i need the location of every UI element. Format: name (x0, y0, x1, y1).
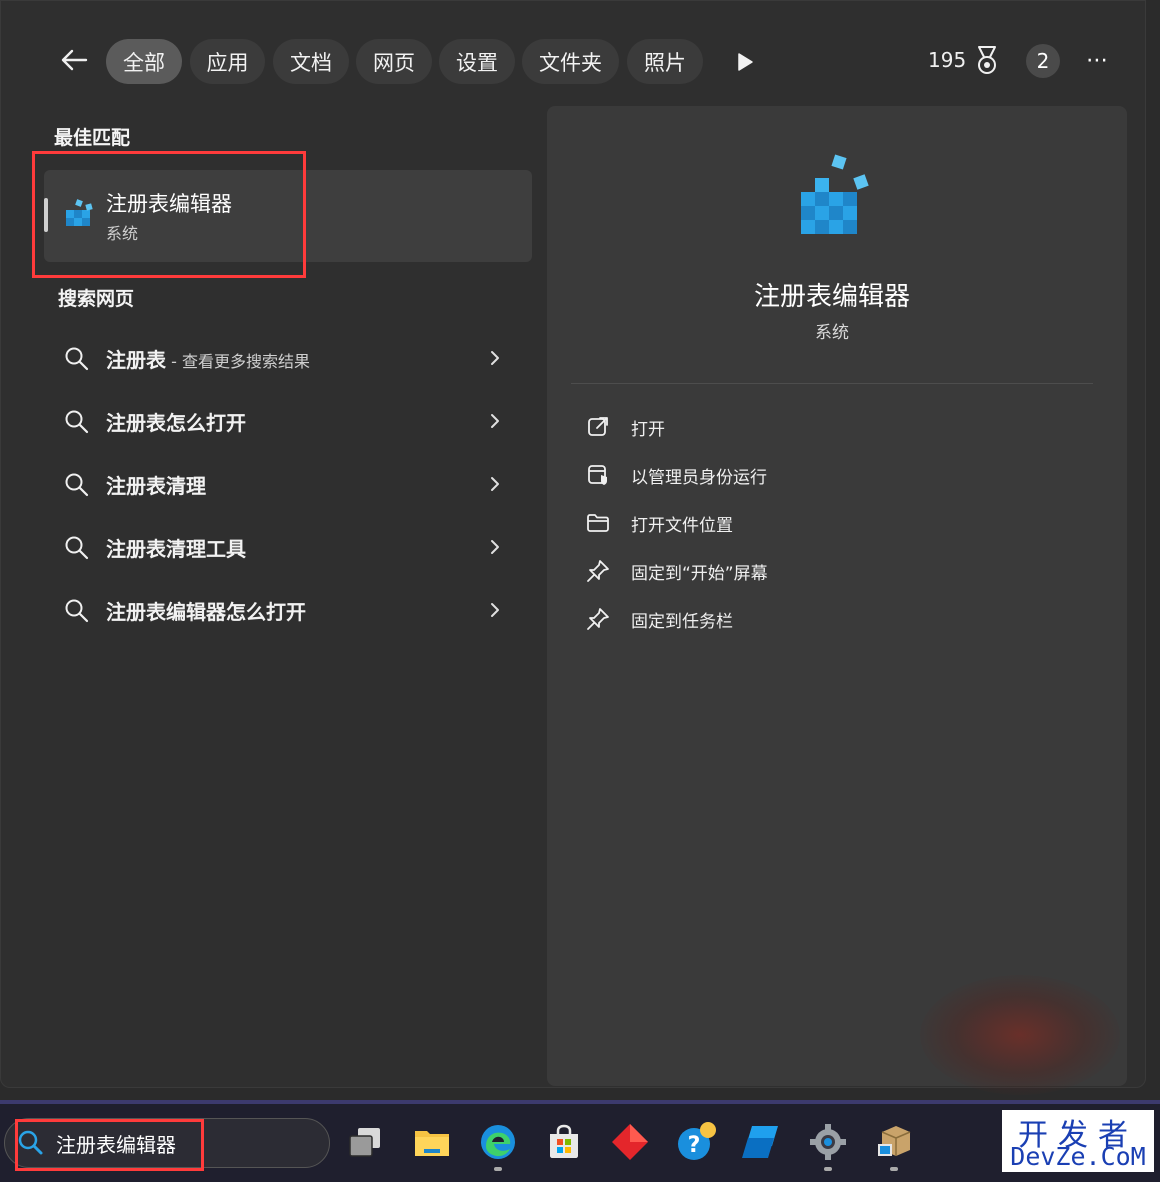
tab-folders[interactable]: 文件夹 (522, 39, 619, 84)
chevron-right-icon (491, 603, 499, 617)
rewards-medal-icon[interactable] (972, 44, 1002, 76)
more-filters-play-icon[interactable] (735, 51, 755, 73)
web-search-item-label: 注册表清理工具 (106, 537, 246, 561)
action-pin-to-taskbar[interactable]: 固定到任务栏 (586, 601, 986, 637)
web-search-item[interactable]: 注册表 - 查看更多搜索结果 (44, 330, 532, 386)
edge-icon[interactable] (478, 1122, 518, 1162)
blue-windows-app-icon[interactable] (742, 1122, 782, 1162)
web-search-item[interactable]: 注册表怎么打开 (44, 393, 532, 449)
red-diamond-app-icon[interactable] (610, 1122, 650, 1162)
search-filter-bar: 全部 应用 文档 网页 设置 文件夹 照片 195 2 ⋯ (0, 0, 1146, 110)
search-icon (65, 347, 89, 371)
running-indicator (494, 1167, 502, 1171)
running-indicator (824, 1167, 832, 1171)
watermark-logo: 开发者 DevZe.CoM (1002, 1110, 1154, 1172)
file-explorer-icon[interactable] (412, 1122, 452, 1162)
open-external-icon (588, 417, 608, 436)
task-view-icon[interactable] (346, 1122, 386, 1162)
search-icon (65, 473, 89, 497)
pin-icon (587, 560, 609, 582)
action-open[interactable]: 打开 (586, 409, 986, 445)
web-search-item[interactable]: 注册表清理工具 (44, 519, 532, 575)
web-search-item[interactable]: 注册表编辑器怎么打开 (44, 582, 532, 638)
tab-photos[interactable]: 照片 (627, 39, 703, 84)
action-label: 打开文件位置 (631, 516, 733, 536)
tab-web[interactable]: 网页 (356, 39, 432, 84)
tab-apps[interactable]: 应用 (190, 39, 265, 84)
tab-settings[interactable]: 设置 (439, 39, 515, 84)
web-search-item-hint: - 查看更多搜索结果 (166, 352, 310, 371)
pin-icon (587, 608, 609, 630)
detail-subtitle: 系统 (815, 323, 849, 343)
chevron-right-icon (491, 351, 499, 365)
svg-text:?: ? (688, 1133, 701, 1158)
account-avatar[interactable]: 2 (1026, 44, 1060, 78)
action-label: 固定到“开始”屏幕 (631, 564, 768, 584)
chevron-right-icon (491, 414, 499, 428)
run-as-admin-icon (588, 465, 607, 485)
highlight-box-best-match (32, 151, 306, 278)
installer-icon[interactable] (874, 1122, 914, 1162)
web-search-heading: 搜索网页 (58, 288, 135, 310)
tab-all[interactable]: 全部 (106, 39, 182, 84)
search-icon (65, 599, 89, 623)
web-search-item-label: 注册表怎么打开 (106, 411, 246, 435)
store-icon[interactable] (544, 1122, 584, 1162)
best-match-heading: 最佳匹配 (54, 127, 131, 149)
action-label: 以管理员身份运行 (631, 468, 767, 488)
action-pin-to-start[interactable]: 固定到“开始”屏幕 (586, 553, 986, 589)
action-open-file-location[interactable]: 打开文件位置 (586, 505, 986, 541)
action-label: 固定到任务栏 (631, 612, 733, 632)
web-search-item[interactable]: 注册表清理 (44, 456, 532, 512)
chevron-right-icon (491, 477, 499, 491)
highlight-box-search (15, 1119, 204, 1171)
detail-divider (571, 383, 1093, 384)
accent-glow (920, 975, 1120, 1095)
action-label: 打开 (631, 420, 665, 440)
search-icon (65, 536, 89, 560)
folder-icon (587, 514, 609, 532)
chevron-right-icon (491, 540, 499, 554)
detail-pane (547, 106, 1127, 1086)
detail-title: 注册表编辑器 (753, 282, 910, 312)
running-indicator (890, 1167, 898, 1171)
watermark-en: DevZe.CoM (1010, 1142, 1146, 1171)
tab-documents[interactable]: 文档 (273, 39, 349, 84)
rewards-points[interactable]: 195 (928, 48, 966, 72)
search-icon (65, 410, 89, 434)
more-options-button[interactable]: ⋯ (1086, 50, 1109, 72)
settings-icon[interactable] (808, 1122, 848, 1162)
web-search-item-label: 注册表清理 (106, 474, 206, 498)
back-arrow-icon[interactable] (58, 44, 90, 76)
web-search-item-label: 注册表 - 查看更多搜索结果 (106, 348, 310, 372)
help-icon[interactable]: ? (676, 1122, 716, 1162)
web-search-item-label: 注册表编辑器怎么打开 (106, 600, 306, 624)
action-run-as-admin[interactable]: 以管理员身份运行 (586, 457, 986, 493)
registry-editor-large-icon (801, 154, 869, 234)
